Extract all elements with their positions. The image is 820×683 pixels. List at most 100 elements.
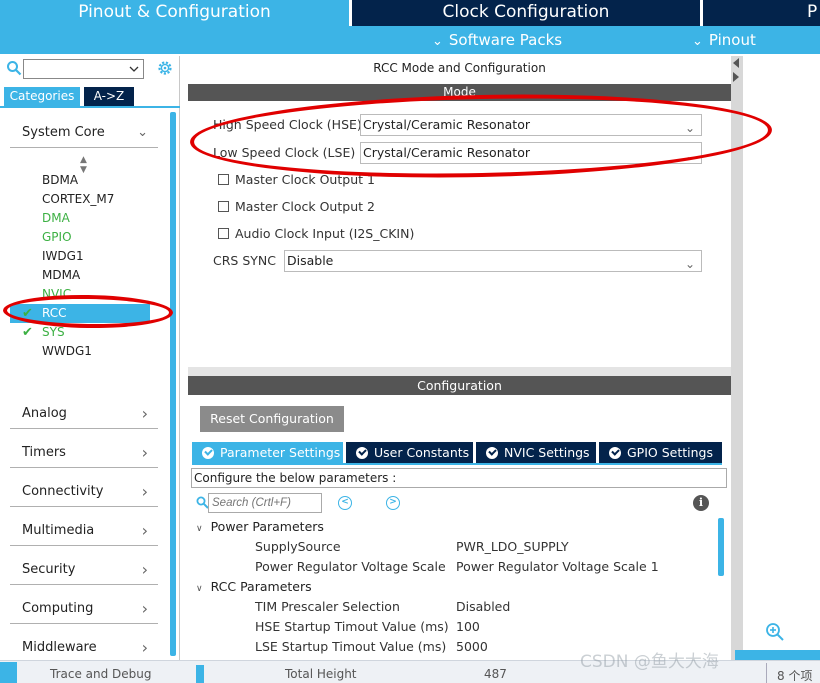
section-connectivity[interactable]: Connectivity › [10,477,158,507]
core-item-gpio[interactable]: GPIO [10,228,150,247]
check-icon: ✔ [22,325,33,340]
section-label: Computing [22,601,94,616]
mco2-checkbox-row[interactable]: Master Clock Output 2 [218,197,375,217]
categories-scrollbar[interactable] [170,112,176,656]
parameter-value[interactable]: 5000 [456,637,488,657]
tree-group-label: Power Parameters [210,519,324,534]
items-count: 8 个项目 [777,669,813,683]
chevron-down-icon[interactable] [128,63,140,75]
tree-group-power-parameters[interactable]: ∨ Power Parameters [196,517,324,537]
chevron-right-icon: › [141,638,148,657]
audio-clock-checkbox-row[interactable]: Audio Clock Input (I2S_CKIN) [218,224,414,244]
crs-sync-select[interactable]: Disable ⌄ [284,250,702,272]
next-match-icon[interactable]: > [386,496,400,510]
panel-splitter[interactable] [188,367,731,376]
configuration-header: Configuration [188,376,731,395]
parameter-value[interactable]: PWR_LDO_SUPPLY [456,537,569,557]
section-analog[interactable]: Analog › [10,399,158,429]
tab-clock-configuration[interactable]: Clock Configuration [352,0,700,26]
watermark: CSDN @鱼大大海 [580,652,719,672]
panel-title: RCC Mode and Configuration [373,61,546,75]
section-timers[interactable]: Timers › [10,438,158,468]
collapse-left-icon[interactable] [733,58,739,68]
tab-gpio-settings[interactable]: GPIO Settings [599,442,722,464]
tab-nvic-settings-label: NVIC Settings [504,445,590,460]
software-packs-menu[interactable]: ⌄ Software Packs [432,26,562,54]
section-middleware[interactable]: Middleware › [10,633,158,663]
core-item-dma[interactable]: DMA [10,209,150,228]
status-bar-separator [766,663,767,683]
core-item-mdma[interactable]: MDMA [10,266,150,285]
total-height-label: Total Height [285,667,357,681]
parameter-value[interactable]: 100 [456,617,480,637]
tab-user-constants[interactable]: User Constants [346,442,473,464]
chevron-down-icon: ∨ [196,524,203,534]
parameter-scrollbar[interactable] [718,518,724,576]
parameter-value[interactable]: Power Regulator Voltage Scale 1 [456,557,659,577]
tab-pinout-configuration[interactable]: Pinout & Configuration [0,0,349,26]
section-system-core[interactable]: System Core ⌄ [10,118,158,148]
core-item-bdma[interactable]: BDMA [10,171,150,190]
tab-parameter-settings-label: Parameter Settings [220,445,341,460]
collapse-right-icon[interactable] [733,72,739,82]
chip-view-toolbar [735,650,820,660]
category-tab-underline [0,106,180,108]
section-multimedia[interactable]: Multimedia › [10,516,158,546]
parameter-name[interactable]: Power Regulator Voltage Scale [255,557,446,577]
section-label: Middleware [22,640,97,655]
tab-parameter-settings[interactable]: Parameter Settings [192,442,343,464]
parameter-search-input[interactable] [208,493,322,513]
tab-user-constants-label: User Constants [374,445,470,460]
category-search-input[interactable] [23,59,144,79]
previous-match-icon[interactable]: < [338,496,352,510]
zoom-in-icon[interactable] [765,622,785,642]
section-trace-and-debug[interactable]: Trace and Debug [50,667,152,681]
info-icon[interactable]: i [693,495,709,511]
core-item-label: GPIO [42,230,72,244]
status-bar-divider [196,665,204,683]
tab-nvic-settings[interactable]: NVIC Settings [476,442,596,464]
audio-clock-checkbox[interactable] [218,228,229,239]
pinout-menu[interactable]: ⌄ Pinout [692,26,756,54]
chevron-right-icon: › [141,443,148,462]
parameter-name[interactable]: TIM Prescaler Selection [255,597,400,617]
category-search-row [0,56,180,82]
core-item-label: BDMA [42,173,79,187]
chevron-right-icon: › [141,482,148,501]
chevron-down-icon: ∨ [196,584,203,594]
section-label: Security [22,562,76,577]
tab-project-manager[interactable]: P [703,0,820,26]
section-security[interactable]: Security › [10,555,158,585]
chevron-right-icon: › [141,521,148,540]
core-item-label: SYS [42,325,65,339]
config-tab-underline [192,463,722,465]
tab-a-to-z[interactable]: A->Z [84,87,134,106]
section-label: Analog [22,406,67,421]
tab-categories[interactable]: Categories [4,87,80,106]
check-circle-icon [609,447,621,459]
core-item-iwdg1[interactable]: IWDG1 [10,247,150,266]
search-icon [7,61,22,76]
mco1-checkbox[interactable] [218,174,229,185]
parameter-value[interactable]: Disabled [456,597,510,617]
reset-configuration-button[interactable]: Reset Configuration [200,406,344,432]
core-item-label: WWDG1 [42,344,92,358]
pinout-menu-label: Pinout [708,31,756,49]
section-computing[interactable]: Computing › [10,594,158,624]
mco2-checkbox[interactable] [218,201,229,212]
core-item-wwdg1[interactable]: WWDG1 [10,342,150,361]
core-item-cortex-m7[interactable]: CORTEX_M7 [10,190,150,209]
parameter-name[interactable]: LSE Startup Timout Value (ms) [255,637,446,657]
core-item-label: MDMA [42,268,81,282]
categories-panel: Categories A->Z System Core ⌄ ▲ ▼ BDMA COR… [0,56,180,663]
parameter-name[interactable]: HSE Startup Timout Value (ms) [255,617,449,637]
core-item-label: DMA [42,211,70,225]
tab-gpio-settings-label: GPIO Settings [627,445,713,460]
section-system-core-label: System Core [22,125,105,140]
sub-menu-bar: ⌄ Software Packs ⌄ Pinout [0,26,820,54]
audio-clock-label: Audio Clock Input (I2S_CKIN) [235,226,415,241]
gear-icon[interactable] [156,59,174,77]
parameter-name[interactable]: SupplySource [255,537,341,557]
main-tab-bar: Pinout & Configuration Clock Configurati… [0,0,820,26]
tree-group-rcc-parameters[interactable]: ∨ RCC Parameters [196,577,312,597]
